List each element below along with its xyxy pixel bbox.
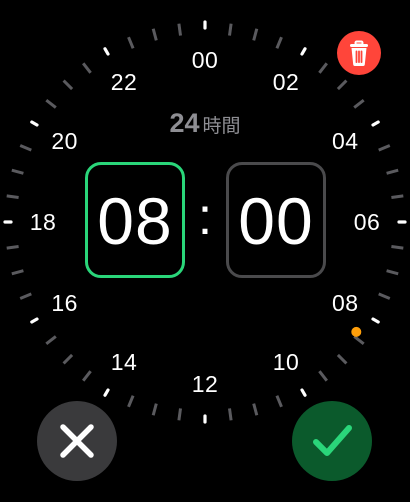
- dial-tick: [275, 36, 283, 49]
- dial-tick: [19, 292, 32, 300]
- hour-label-04: 04: [332, 128, 359, 154]
- hour-label-06: 06: [353, 209, 381, 235]
- hour-label-12: 12: [191, 371, 219, 397]
- dial-tick: [336, 79, 348, 91]
- dial-tick: [151, 28, 158, 41]
- hour-label-08: 08: [332, 290, 359, 316]
- dial-tick: [275, 395, 283, 408]
- minutes-field[interactable]: 00: [226, 162, 326, 278]
- hour-label-16: 16: [51, 290, 78, 316]
- trash-icon: [350, 40, 368, 66]
- dial-tick: [318, 62, 328, 74]
- dial-tick: [127, 36, 135, 49]
- dial-tick: [45, 335, 57, 345]
- dial-tick: [252, 28, 259, 41]
- dial-tick: [127, 395, 135, 408]
- hour-label-20: 20: [51, 128, 78, 154]
- delete-button[interactable]: [337, 31, 381, 75]
- dial-hour-tick: [300, 47, 307, 56]
- dial-tick: [378, 292, 391, 300]
- dial-hour-tick: [30, 120, 39, 127]
- dial-tick: [19, 144, 32, 152]
- selected-hour-indicator: [351, 326, 362, 337]
- dial-hour-tick: [30, 317, 39, 324]
- close-icon: [60, 424, 94, 458]
- hour-label-14: 14: [110, 349, 138, 376]
- time-format-unit: 時間: [202, 116, 241, 137]
- dial-hour-tick: [300, 388, 307, 397]
- checkmark-icon: [313, 425, 352, 456]
- confirm-button[interactable]: [292, 401, 372, 481]
- dial-tick: [228, 408, 233, 421]
- hour-label-18: 18: [29, 209, 57, 235]
- dial-tick: [378, 144, 391, 152]
- dial-tick: [177, 23, 182, 36]
- dial-tick: [6, 194, 19, 199]
- time-separator: :: [197, 188, 213, 246]
- time-format-number: 24: [169, 108, 200, 138]
- dial-hour-tick: [103, 47, 110, 56]
- dial-tick: [62, 353, 74, 365]
- dial-tick: [391, 245, 404, 250]
- hours-field[interactable]: 08: [85, 162, 185, 278]
- hour-label-10: 10: [272, 349, 300, 376]
- dial-tick: [62, 79, 74, 91]
- dial-hour-tick: [371, 317, 380, 324]
- dial-hour-tick: [371, 120, 380, 127]
- dial-hour-tick: [103, 388, 110, 397]
- dial-tick: [391, 194, 404, 199]
- dial-tick: [11, 168, 24, 175]
- dial-tick: [11, 269, 24, 276]
- cancel-button[interactable]: [37, 401, 117, 481]
- dial-tick: [82, 62, 92, 74]
- dial-tick: [151, 403, 158, 416]
- hour-label-00: 00: [191, 47, 219, 73]
- dial-tick: [353, 335, 365, 345]
- hour-label-22: 22: [110, 68, 138, 95]
- dial-tick: [6, 245, 19, 250]
- hour-label-02: 02: [272, 68, 300, 95]
- dial-tick: [353, 99, 365, 109]
- dial-tick: [386, 168, 399, 175]
- dial-tick: [228, 23, 233, 36]
- dial-tick: [177, 408, 182, 421]
- dial-tick: [318, 370, 328, 382]
- dial-tick: [336, 353, 348, 365]
- dial-tick: [45, 99, 57, 109]
- dial-tick: [252, 403, 259, 416]
- time-format-label: 24 時間: [135, 108, 275, 139]
- dial-tick: [386, 269, 399, 276]
- dial-tick: [82, 370, 92, 382]
